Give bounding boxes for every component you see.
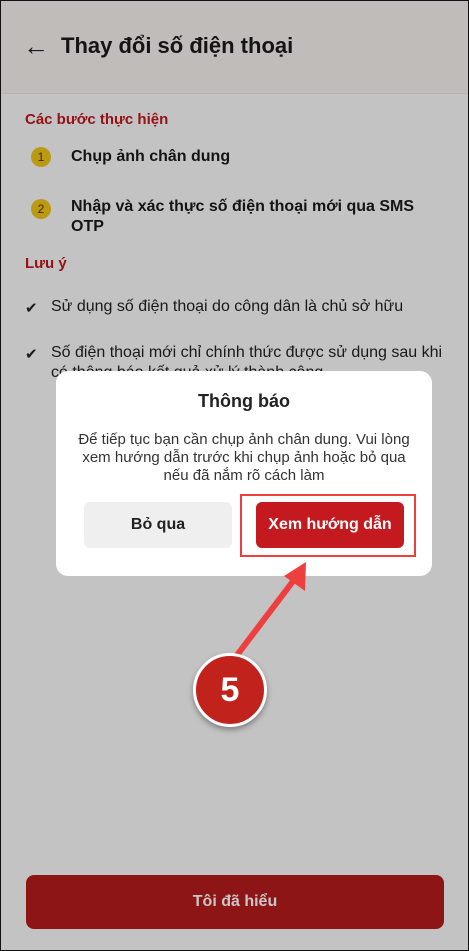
annotation-highlight-box — [240, 494, 416, 557]
skip-button[interactable]: Bỏ qua — [84, 502, 232, 548]
annotation-step-badge: 5 — [193, 653, 267, 727]
dialog-title: Thông báo — [198, 391, 290, 411]
dialog-message: Để tiếp tục bạn cần chụp ảnh chân dung. … — [78, 431, 410, 484]
app-screen: ← Thay đổi số điện thoại Các bước thực h… — [0, 0, 469, 951]
